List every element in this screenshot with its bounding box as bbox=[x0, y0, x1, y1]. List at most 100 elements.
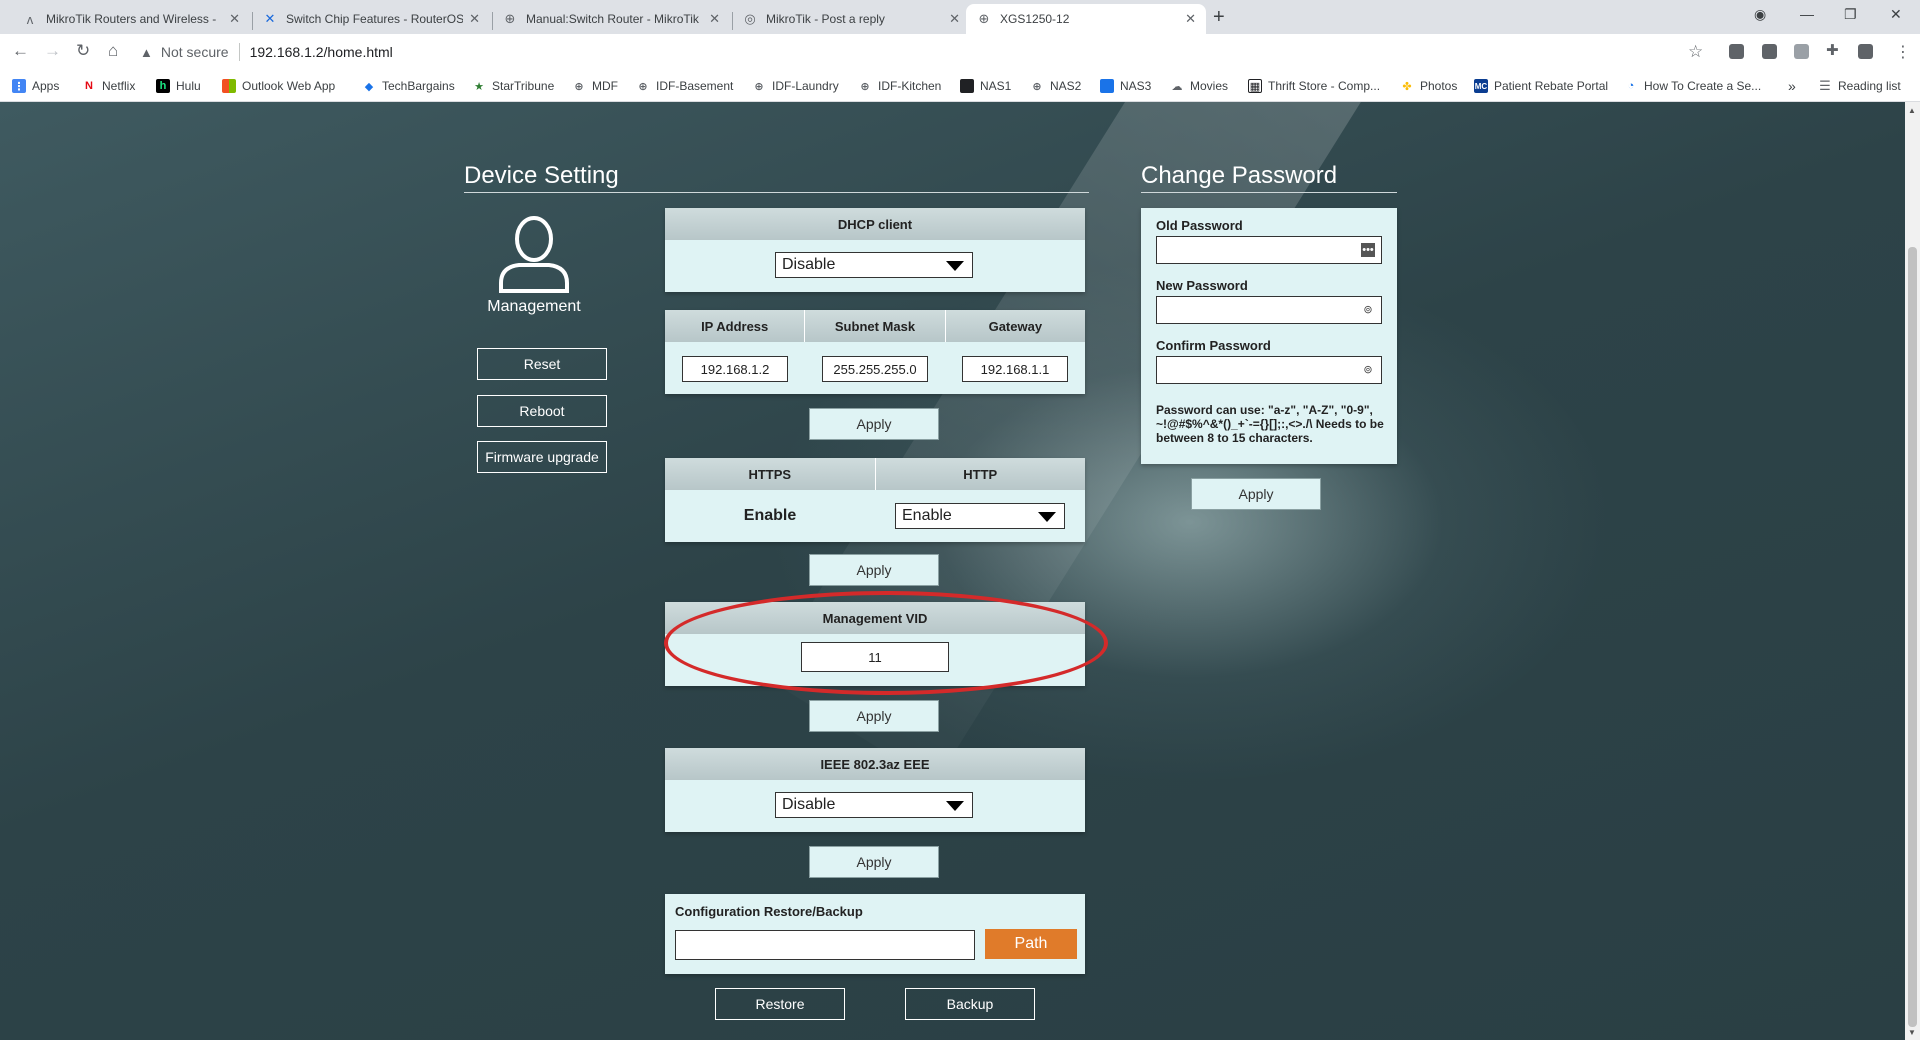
browser-toolbar: ← → ↻ ⌂ ▲ Not secure 192.168.1.2/home.ht… bbox=[0, 34, 1920, 70]
config-backup-panel: Configuration Restore/Backup Path bbox=[665, 894, 1085, 974]
scroll-down-icon[interactable]: ▼ bbox=[1908, 1028, 1916, 1037]
eee-select[interactable]: Disable bbox=[775, 792, 973, 818]
extension-icon[interactable] bbox=[1762, 44, 1777, 59]
cloud-icon: ☁ bbox=[1171, 80, 1183, 93]
home-button[interactable]: ⌂ bbox=[108, 41, 118, 61]
restore-button[interactable]: Restore bbox=[715, 988, 845, 1020]
tab-strip: ʌ MikroTik Routers and Wireless - ✕ ✕ Sw… bbox=[0, 0, 1920, 34]
minimize-button[interactable]: — bbox=[1800, 6, 1814, 22]
globe-icon: ⊕ bbox=[574, 80, 584, 93]
tab-manual[interactable]: ⊕ Manual:Switch Router - MikroTik ✕ bbox=[492, 4, 730, 34]
forward-button[interactable]: → bbox=[44, 41, 61, 61]
bookmark-patient-rebate[interactable]: MC Patient Rebate Portal bbox=[1474, 76, 1608, 96]
close-icon[interactable]: ✕ bbox=[949, 11, 960, 27]
bookmark-netflix[interactable]: N Netflix bbox=[82, 76, 135, 96]
apply-eee-button[interactable]: Apply bbox=[809, 846, 939, 878]
bookmark-idf-basement[interactable]: ⊕ IDF-Basement bbox=[636, 76, 733, 96]
reload-button[interactable]: ↻ bbox=[76, 41, 90, 61]
reboot-button[interactable]: Reboot bbox=[477, 395, 607, 427]
key-icon: ⊚ bbox=[1363, 304, 1373, 316]
tab-forum[interactable]: ◎ MikroTik - Post a reply ✕ bbox=[732, 4, 970, 34]
extension-icon[interactable] bbox=[1794, 44, 1809, 59]
bookmark-how-to-create[interactable]: ◔ How To Create a Se... bbox=[1624, 76, 1762, 96]
apply-web-button[interactable]: Apply bbox=[809, 554, 939, 586]
bookmarks-bar: ⋮ Apps N Netflix h Hulu Outlook Web App ◆ Te… bbox=[0, 70, 1920, 102]
extension-icon[interactable] bbox=[1858, 44, 1873, 59]
mc-icon: MC bbox=[1474, 79, 1488, 93]
path-button[interactable]: Path bbox=[985, 929, 1077, 959]
restore-button[interactable]: ❐ bbox=[1844, 6, 1857, 23]
subnet-mask-input[interactable]: 255.255.255.0 bbox=[822, 356, 928, 382]
bookmark-idf-laundry[interactable]: ⊕ IDF-Laundry bbox=[752, 76, 838, 96]
scrollbar-thumb[interactable] bbox=[1908, 247, 1917, 1027]
divider bbox=[238, 43, 240, 61]
url-text[interactable]: 192.168.1.2/home.html bbox=[250, 44, 393, 60]
confirm-password-input[interactable]: ⊚ bbox=[1156, 356, 1382, 384]
device-setting-title: Device Setting bbox=[464, 162, 1089, 193]
firmware-upgrade-button[interactable]: Firmware upgrade bbox=[477, 441, 607, 473]
close-icon[interactable]: ✕ bbox=[229, 11, 240, 27]
menu-icon[interactable]: ⋮ bbox=[1895, 42, 1911, 62]
puzzle-icon[interactable]: ✚ bbox=[1826, 41, 1841, 59]
globe-icon: ⊕ bbox=[860, 80, 870, 93]
bookmark-outlook[interactable]: Outlook Web App bbox=[222, 76, 335, 96]
globe-icon: ⊕ bbox=[978, 11, 990, 26]
new-tab-button[interactable]: + bbox=[1213, 6, 1225, 29]
tab-xgs1250[interactable]: ⊕ XGS1250-12 ✕ bbox=[966, 4, 1206, 34]
tab-search-icon[interactable]: ◉ bbox=[1754, 6, 1766, 23]
apply-ip-button[interactable]: Apply bbox=[809, 408, 939, 440]
bookmark-techbargains[interactable]: ◆ TechBargains bbox=[362, 76, 455, 96]
reset-button[interactable]: Reset bbox=[477, 348, 607, 380]
tab-mikrotik[interactable]: ʌ MikroTik Routers and Wireless - ✕ bbox=[12, 4, 250, 34]
scroll-up-icon[interactable]: ▲ bbox=[1908, 106, 1916, 115]
bookmarks-overflow-button[interactable]: » bbox=[1788, 76, 1796, 96]
bookmark-startribune[interactable]: ★ StarTribune bbox=[472, 76, 554, 96]
grid-icon: ▦ bbox=[1248, 79, 1262, 93]
close-window-button[interactable]: ✕ bbox=[1890, 6, 1902, 23]
https-status: Enable bbox=[743, 507, 797, 524]
password-rules-note: Password can use: "a-z", "A-Z", "0-9", ~… bbox=[1156, 403, 1384, 445]
backup-button[interactable]: Backup bbox=[905, 988, 1035, 1020]
close-icon[interactable]: ✕ bbox=[709, 11, 720, 27]
page-scrollbar[interactable]: ▲ ▼ bbox=[1905, 102, 1920, 1040]
back-button[interactable]: ← bbox=[12, 41, 29, 61]
new-password-input[interactable]: ⊚ bbox=[1156, 296, 1382, 324]
bookmark-hulu[interactable]: h Hulu bbox=[156, 76, 201, 96]
ip-header: IP Address Subnet Mask Gateway bbox=[665, 310, 1085, 342]
eee-panel: IEEE 802.3az EEE Disable bbox=[665, 748, 1085, 832]
old-password-input[interactable]: ••• bbox=[1156, 236, 1382, 264]
bookmark-star-icon[interactable]: ☆ bbox=[1688, 42, 1703, 62]
ip-address-input[interactable]: 192.168.1.2 bbox=[682, 356, 788, 382]
bookmark-apps[interactable]: ⋮ Apps bbox=[12, 76, 59, 96]
apply-password-button[interactable]: Apply bbox=[1191, 478, 1321, 510]
bookmark-mdf[interactable]: ⊕ MDF bbox=[572, 76, 618, 96]
tab-switch-chip[interactable]: ✕ Switch Chip Features - RouterOS ✕ bbox=[252, 4, 490, 34]
extension-icon[interactable] bbox=[1729, 44, 1744, 59]
gateway-header: Gateway bbox=[944, 310, 1085, 342]
https-header: HTTPS bbox=[748, 466, 792, 482]
bookmark-thrift-store[interactable]: ▦ Thrift Store - Comp... bbox=[1248, 76, 1380, 96]
security-status[interactable]: Not secure bbox=[161, 44, 229, 60]
mikrotik-icon: ʌ bbox=[26, 11, 34, 27]
bookmark-nas1[interactable]: NAS1 bbox=[960, 76, 1011, 96]
address-bar[interactable]: ▲ Not secure 192.168.1.2/home.html bbox=[140, 37, 1690, 67]
warning-icon: ▲ bbox=[140, 44, 153, 60]
bookmark-idf-kitchen[interactable]: ⊕ IDF-Kitchen bbox=[858, 76, 941, 96]
bookmark-movies[interactable]: ☁ Movies bbox=[1170, 76, 1229, 96]
red-highlight-ellipse bbox=[664, 591, 1108, 695]
reading-list-button[interactable]: ☰ Reading list bbox=[1818, 76, 1901, 96]
apply-vid-button[interactable]: Apply bbox=[809, 700, 939, 732]
bookmark-nas2[interactable]: ⊕ NAS2 bbox=[1030, 76, 1081, 96]
nas-icon bbox=[960, 79, 974, 93]
bookmark-photos[interactable]: ✤ Photos bbox=[1400, 76, 1457, 96]
confirm-password-label: Confirm Password bbox=[1156, 338, 1271, 353]
bookmark-nas3[interactable]: NAS3 bbox=[1100, 76, 1151, 96]
gateway-input[interactable]: 192.168.1.1 bbox=[962, 356, 1068, 382]
dropdown-arrow-icon bbox=[946, 801, 964, 811]
http-select[interactable]: Enable bbox=[895, 503, 1065, 529]
config-file-input[interactable] bbox=[675, 930, 975, 960]
dhcp-select[interactable]: Disable bbox=[775, 252, 973, 278]
dhcp-header: DHCP client bbox=[665, 208, 1085, 240]
close-icon[interactable]: ✕ bbox=[469, 11, 480, 27]
close-icon[interactable]: ✕ bbox=[1185, 11, 1196, 27]
